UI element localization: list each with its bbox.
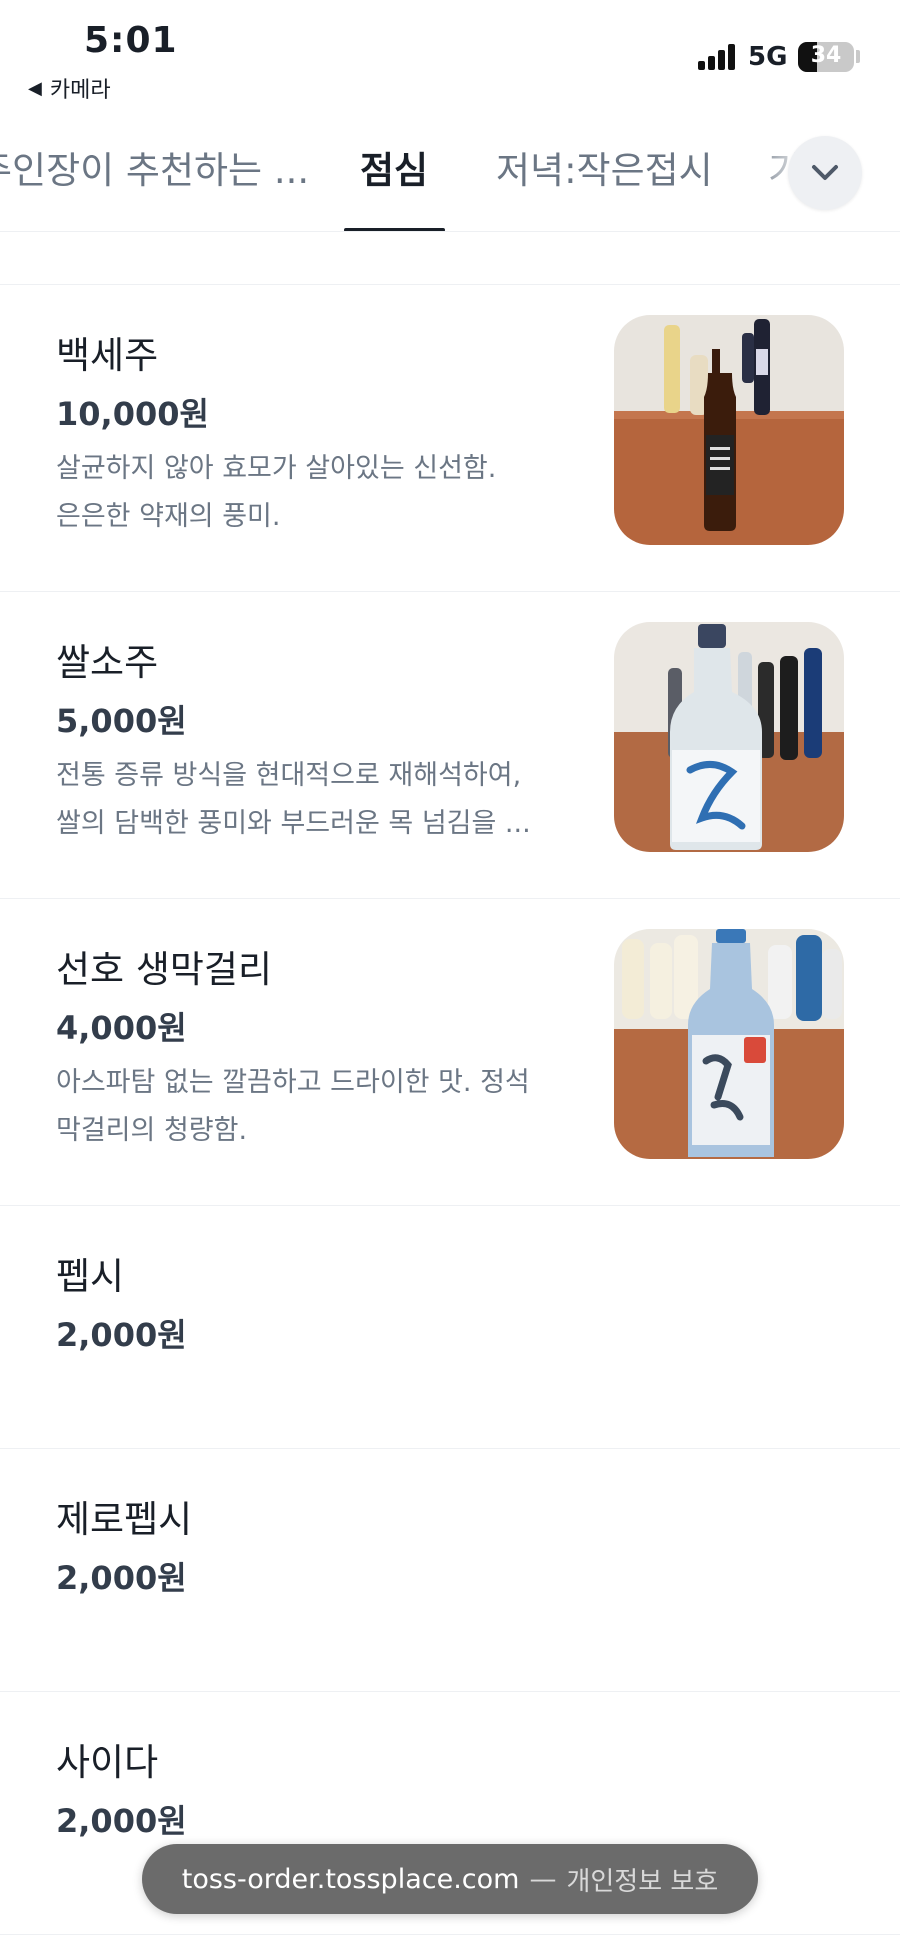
back-triangle-icon: ◀ xyxy=(28,77,42,99)
url-separator: — xyxy=(529,1863,557,1895)
description-line: 전통 증류 방식을 현대적으로 재해석하여, xyxy=(56,760,522,791)
tab-dinner-small-plates[interactable]: 저녁:작은접시 xyxy=(496,140,713,194)
cellular-signal-icon xyxy=(698,44,738,70)
menu-item-rice-soju[interactable]: 쌀소주 5,000원 전통 증류 방식을 현대적으로 재해석하여, 쌀의 담백한… xyxy=(0,592,900,899)
description-line: 막걸리의 청량함. xyxy=(56,1115,248,1146)
privacy-label: 개인정보 보호 xyxy=(566,1866,719,1897)
battery-cap xyxy=(856,50,860,63)
menu-item-name: 사이다 xyxy=(56,1741,159,1784)
menu-item-baekseju[interactable]: 백세주 10,000원 살균하지 않아 효모가 살아있는 신선함. 은은한 약재… xyxy=(0,285,900,592)
menu-item-seonho-makgeolli[interactable]: 선호 생막걸리 4,000원 아스파탐 없는 깔끔하고 드라이한 맛. 정석 막… xyxy=(0,899,900,1206)
status-time: 5:01 xyxy=(84,20,178,61)
menu-item-price: 4,000원 xyxy=(56,1009,187,1047)
menu-item-price: 5,000원 xyxy=(56,702,187,740)
menu-item-name: 백세주 xyxy=(56,334,159,377)
menu-item-name: 쌀소주 xyxy=(56,641,159,684)
menu-item-name: 제로펩시 xyxy=(56,1498,193,1541)
active-tab-indicator xyxy=(344,228,445,231)
menu-item-price: 2,000원 xyxy=(56,1316,187,1354)
menu-item-description: 살균하지 않아 효모가 살아있는 신선함. 은은한 약재의 풍미. xyxy=(56,445,556,541)
menu-item-price: 2,000원 xyxy=(56,1559,187,1597)
seonho-makgeolli-bottle-photo xyxy=(614,929,844,1159)
menu-item-pepsi[interactable]: 펩시 2,000원 xyxy=(0,1206,900,1449)
menu-item-name: 선호 생막걸리 xyxy=(56,948,273,991)
menu-list: 백세주 10,000원 살균하지 않아 효모가 살아있는 신선함. 은은한 약재… xyxy=(0,285,900,1935)
category-tabs: 주인장이 추천하는 ... 점심 저녁:작은접시 기 xyxy=(0,112,900,232)
battery-percent: 34 xyxy=(810,43,842,68)
tab-recommended[interactable]: 주인장이 추천하는 ... xyxy=(0,140,309,194)
description-line: 살균하지 않아 효모가 살아있는 신선함. xyxy=(56,453,497,484)
url-host: toss-order.tossplace.com xyxy=(181,1863,520,1895)
status-bar: 5:01 ◀ 카메라 5G 34 xyxy=(0,0,900,108)
description-line: 아스파탐 없는 깔끔하고 드라이한 맛. 정석 xyxy=(56,1067,530,1098)
menu-item-description: 전통 증류 방식을 현대적으로 재해석하여, 쌀의 담백한 풍미와 부드러운 목… xyxy=(56,752,556,848)
back-to-app-button[interactable]: ◀ 카메라 xyxy=(28,72,111,104)
menu-item-price: 10,000원 xyxy=(56,395,209,433)
battery-icon: 34 xyxy=(798,42,854,72)
description-line: 쌀의 담백한 풍미와 부드러운 목 넘김을 ... xyxy=(56,808,531,839)
browser-url-bar[interactable]: toss-order.tossplace.com — 개인정보 보호 xyxy=(142,1844,758,1914)
back-app-label: 카메라 xyxy=(49,78,111,103)
network-type: 5G xyxy=(748,42,788,72)
expand-categories-button[interactable] xyxy=(788,136,862,210)
baekseju-bottle-photo xyxy=(614,315,844,545)
chevron-down-icon xyxy=(812,165,838,180)
menu-item-name: 펩시 xyxy=(56,1255,125,1298)
tab-lunch[interactable]: 점심 xyxy=(360,140,428,194)
menu-item-price: 2,000원 xyxy=(56,1802,187,1840)
menu-item-zero-pepsi[interactable]: 제로펩시 2,000원 xyxy=(0,1449,900,1692)
menu-item-description: 아스파탐 없는 깔끔하고 드라이한 맛. 정석 막걸리의 청량함. xyxy=(56,1059,556,1155)
description-line: 은은한 약재의 풍미. xyxy=(56,501,281,532)
rice-soju-bottle-photo xyxy=(614,622,844,852)
